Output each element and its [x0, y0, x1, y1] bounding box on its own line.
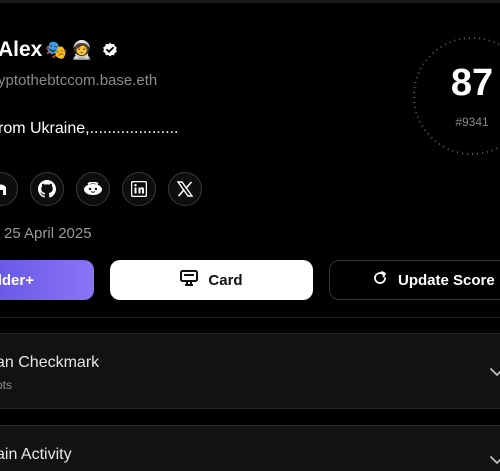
profile-name-row: Alex 🎭 🧑‍🚀	[0, 38, 118, 62]
website-icon[interactable]	[0, 172, 18, 206]
chevron-down-icon[interactable]	[490, 364, 500, 382]
accordion-title: ain Activity	[0, 446, 72, 463]
section-divider	[0, 317, 500, 318]
update-score-button[interactable]: Update Score	[329, 260, 500, 300]
profile-handle: yptothebtccom.base.eth	[0, 72, 158, 89]
update-score-label: Update Score	[398, 271, 495, 289]
profile-bio: rom Ukraine,....................	[0, 120, 179, 137]
builder-plus-label: lder+	[0, 271, 34, 289]
accordion-subtitle: pts	[0, 378, 13, 392]
social-links	[0, 172, 202, 206]
profile-name: Alex	[0, 38, 43, 61]
verified-badge-icon	[102, 42, 118, 58]
linkedin-icon[interactable]	[122, 172, 156, 206]
accordion-onchain-activity[interactable]: ain Activity	[0, 425, 500, 471]
theater-emoji: 🎭	[45, 40, 68, 60]
farcaster-icon[interactable]	[76, 172, 110, 206]
x-icon[interactable]	[168, 172, 202, 206]
github-icon[interactable]	[30, 172, 64, 206]
joined-date: 25 April 2025	[4, 225, 92, 242]
accordion-title: an Checkmark	[0, 354, 100, 371]
profile-page: Alex 🎭 🧑‍🚀 yptothebtccom.base.eth rom Uk…	[0, 0, 500, 471]
refresh-icon	[372, 270, 388, 290]
builder-score-rank: #9341	[455, 115, 489, 129]
card-icon	[180, 270, 199, 290]
card-label: Card	[208, 271, 243, 289]
chevron-down-icon[interactable]	[490, 452, 500, 470]
builder-score-value: 87	[450, 62, 494, 104]
card-button[interactable]: Card	[110, 260, 313, 300]
astronaut-emoji: 🧑‍🚀	[70, 40, 94, 60]
builder-plus-button[interactable]: lder+	[0, 260, 94, 300]
top-border	[0, 0, 500, 3]
accordion-checkmark[interactable]: an Checkmark pts	[0, 333, 500, 409]
